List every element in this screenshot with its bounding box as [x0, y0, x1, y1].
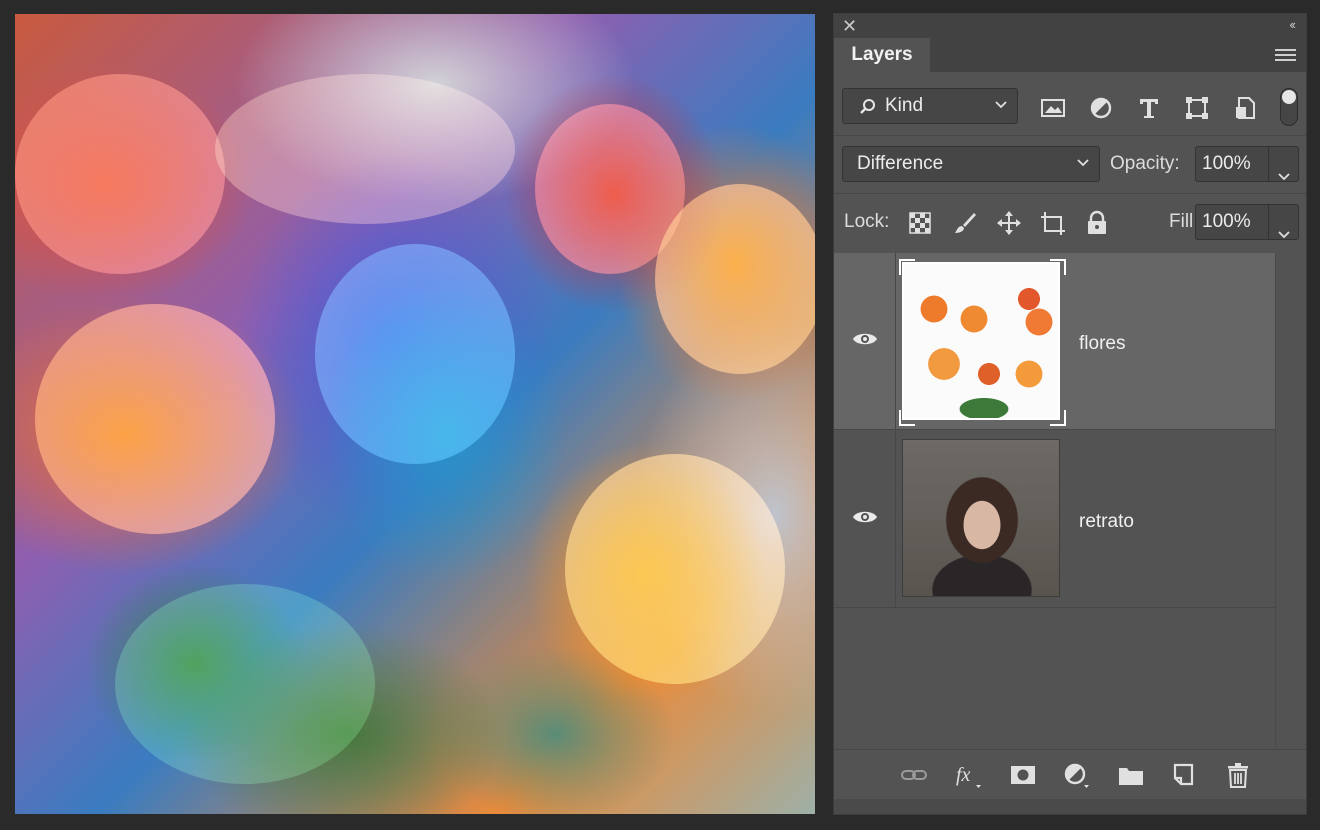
adjustment-filter-icon[interactable]: [1088, 96, 1114, 120]
canvas-rose-shape: [655, 184, 815, 374]
chevron-down-icon: [995, 89, 1007, 123]
fill-field[interactable]: 100%: [1195, 204, 1299, 240]
eye-icon[interactable]: [852, 509, 878, 525]
selection-corner: [1050, 259, 1066, 275]
brush-icon[interactable]: [952, 210, 978, 236]
kind-filter-dropdown[interactable]: Kind: [842, 88, 1018, 124]
chevron-down-icon[interactable]: [1278, 217, 1290, 251]
image-filter-icon[interactable]: [1040, 96, 1066, 120]
smart-object-filter-icon[interactable]: [1232, 96, 1258, 120]
opacity-value[interactable]: 100%: [1202, 153, 1251, 174]
layers-panel: ✕ ‹‹ Layers Kind Difference Opacity: 100…: [833, 13, 1307, 815]
filter-toggle-knob: [1282, 90, 1296, 104]
new-layer-icon[interactable]: [1170, 762, 1198, 788]
collapse-panel-icon[interactable]: ‹‹: [1289, 17, 1296, 32]
layer-name[interactable]: flores: [1079, 333, 1125, 355]
canvas-rose-shape: [565, 454, 785, 684]
layer-name[interactable]: retrato: [1079, 511, 1134, 533]
filter-row: Kind: [834, 84, 1306, 130]
new-group-icon[interactable]: [1117, 762, 1145, 788]
link-layers-icon[interactable]: [900, 762, 928, 788]
visibility-toggle[interactable]: [834, 431, 896, 607]
layer-row-flores[interactable]: flores: [834, 253, 1276, 430]
lock-row: Lock: Fill: 100%: [834, 200, 1306, 246]
layer-thumbnail-retrato[interactable]: [902, 439, 1060, 597]
selection-corner: [899, 410, 915, 426]
lock-label: Lock:: [844, 211, 890, 232]
chevron-down-icon[interactable]: [1278, 159, 1290, 193]
visibility-toggle[interactable]: [834, 253, 896, 429]
delete-layer-icon[interactable]: [1224, 762, 1252, 788]
opacity-field[interactable]: 100%: [1195, 146, 1299, 182]
filter-toggle[interactable]: [1280, 88, 1298, 126]
add-mask-icon[interactable]: [1009, 762, 1037, 788]
lock-all-icon[interactable]: [1084, 210, 1110, 236]
blend-mode-value: Difference: [857, 153, 944, 174]
search-icon: [860, 99, 875, 114]
panel-resize-handle[interactable]: [834, 799, 1306, 814]
canvas-rose-shape: [15, 74, 225, 274]
document-canvas[interactable]: [15, 14, 815, 814]
kind-filter-label: Kind: [885, 95, 924, 116]
fill-value[interactable]: 100%: [1202, 211, 1251, 232]
tab-layers[interactable]: Layers: [834, 38, 930, 72]
layer-thumbnail-flores[interactable]: [902, 262, 1060, 420]
layer-row-retrato[interactable]: retrato: [834, 431, 1276, 608]
new-adjustment-icon[interactable]: [1062, 762, 1090, 788]
artboard-lock-icon[interactable]: [1040, 210, 1066, 236]
svg-text:fx: fx: [956, 764, 971, 786]
canvas-rose-shape: [35, 304, 275, 534]
close-icon[interactable]: ✕: [842, 16, 857, 36]
fx-icon[interactable]: fx: [954, 762, 982, 788]
blend-row: Difference Opacity: 100%: [834, 142, 1306, 188]
selection-corner: [899, 259, 915, 275]
move-icon[interactable]: [996, 210, 1022, 236]
chevron-down-icon: [1077, 147, 1089, 181]
divider: [834, 193, 1306, 194]
opacity-label: Opacity:: [1110, 153, 1180, 174]
layers-scrollbar[interactable]: [1275, 253, 1306, 749]
divider: [834, 135, 1306, 136]
eye-icon[interactable]: [852, 331, 878, 347]
lock-transparent-pixels-icon[interactable]: [907, 210, 933, 236]
canvas-rose-shape: [315, 244, 515, 464]
selection-corner: [1050, 410, 1066, 426]
layers-bottom-bar: fx: [834, 749, 1306, 800]
shape-filter-icon[interactable]: [1184, 96, 1210, 120]
canvas-rose-shape: [215, 74, 515, 224]
canvas-leaf-shape: [115, 584, 375, 784]
panel-title-strip: ✕ ‹‹: [834, 14, 1306, 38]
panel-menu-icon[interactable]: [1275, 49, 1296, 62]
blend-mode-dropdown[interactable]: Difference: [842, 146, 1100, 182]
layers-list: flores retrato: [834, 253, 1276, 749]
panel-tab-bar: Layers: [834, 38, 1306, 72]
type-filter-icon[interactable]: [1136, 96, 1162, 120]
